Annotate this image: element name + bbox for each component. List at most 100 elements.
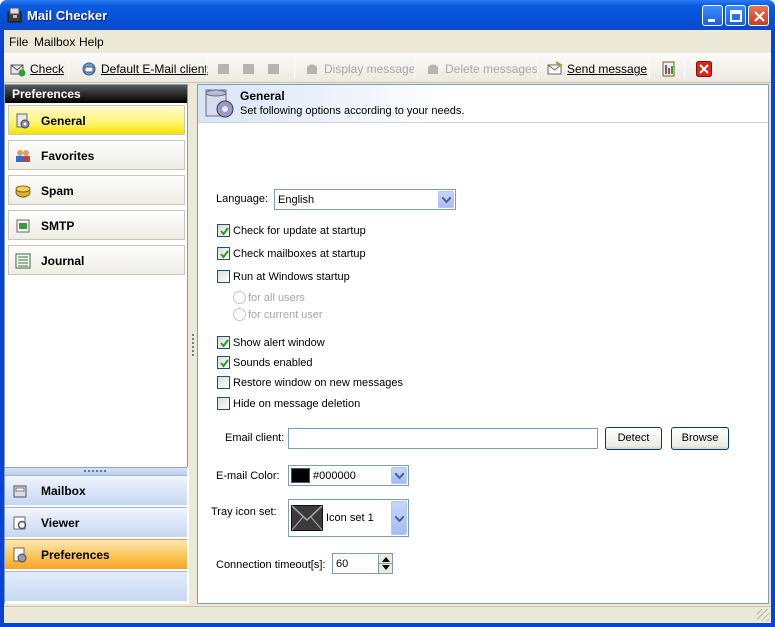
mailbox-icon — [13, 485, 27, 498]
maximize-button[interactable] — [725, 5, 746, 26]
sounds-enabled-checkbox[interactable] — [217, 356, 230, 369]
panel-splitter[interactable] — [190, 84, 196, 604]
timeout-spin-buttons[interactable] — [378, 554, 393, 573]
tray-icon-select[interactable]: Icon set 1 — [288, 499, 409, 537]
menu-file[interactable]: File — [9, 35, 28, 49]
exit-button[interactable] — [696, 60, 716, 78]
email-color-value: #000000 — [313, 470, 356, 482]
language-label: Language: — [216, 193, 268, 205]
people-icon — [16, 150, 30, 162]
send-message-button[interactable]: Send message — [547, 60, 647, 78]
email-client-icon — [82, 62, 96, 76]
status-bar — [4, 606, 771, 623]
navigation-pane: Mailbox Viewer Preferences — [5, 467, 189, 604]
all-users-radio[interactable] — [233, 291, 246, 304]
restore-window-checkbox[interactable] — [217, 376, 230, 389]
tray-icon-value: Icon set 1 — [326, 512, 374, 524]
browse-button[interactable]: Browse — [671, 427, 729, 450]
tray-icon-dropdown-button[interactable] — [391, 501, 407, 535]
client-area: File Mailbox Help Check Default E-Mail c… — [4, 30, 771, 623]
envelope-icon — [291, 505, 323, 531]
display-message-button[interactable]: Display message — [304, 60, 415, 78]
gear-icon — [16, 113, 30, 129]
language-dropdown-button[interactable] — [438, 191, 454, 208]
check-mail-icon — [10, 64, 26, 77]
bottom-nav-mailbox[interactable]: Mailbox — [5, 475, 187, 505]
checkmark-icon — [220, 339, 229, 348]
current-user-radio[interactable] — [233, 308, 246, 321]
nav-spam[interactable]: Spam — [8, 175, 185, 205]
checkmark-icon — [220, 359, 229, 368]
check-mailboxes-label: Check mailboxes at startup — [233, 248, 366, 260]
run-at-startup-checkbox[interactable] — [217, 270, 230, 283]
timeout-value: 60 — [336, 558, 349, 570]
smtp-icon — [16, 219, 30, 233]
settings-title: General — [240, 89, 285, 103]
hide-on-deletion-checkbox[interactable] — [217, 397, 230, 410]
mail-checker-app-icon — [7, 7, 22, 23]
previous-message-button[interactable] — [241, 60, 261, 78]
close-button[interactable] — [748, 5, 769, 26]
settings-panel: General Set following options according … — [197, 84, 769, 604]
show-alert-label: Show alert window — [233, 337, 325, 349]
next-icon — [268, 64, 279, 74]
spin-arrows-icon — [379, 557, 393, 570]
settings-header: General Set following options according … — [198, 85, 768, 123]
email-color-select[interactable]: #000000 — [288, 465, 409, 486]
current-user-label: for current user — [248, 309, 323, 321]
journal-icon — [15, 253, 31, 269]
left-panel: Preferences General Favorites Spam SMTP … — [4, 84, 189, 604]
first-icon — [218, 64, 229, 74]
show-alert-checkbox[interactable] — [217, 336, 230, 349]
email-color-label: E-mail Color: — [216, 470, 280, 482]
exit-icon — [696, 61, 712, 77]
all-users-label: for all users — [248, 292, 305, 304]
email-color-dropdown-button[interactable] — [391, 467, 407, 484]
bottom-nav-preferences[interactable]: Preferences — [5, 539, 187, 569]
detect-button[interactable]: Detect — [605, 427, 662, 450]
properties-icon — [662, 61, 675, 77]
bottom-nav-viewer[interactable]: Viewer — [5, 507, 187, 537]
pane-resize-grip[interactable] — [5, 467, 187, 475]
chevron-down-icon — [395, 473, 404, 479]
default-email-client-button[interactable]: Default E-Mail client — [81, 60, 208, 78]
email-client-input[interactable] — [288, 428, 598, 449]
settings-subtitle: Set following options according to your … — [240, 105, 465, 117]
maximize-icon — [730, 10, 742, 22]
check-updates-label: Check for update at startup — [233, 225, 366, 237]
check-button[interactable]: Check — [10, 60, 64, 78]
preferences-icon — [13, 547, 27, 563]
properties-button[interactable] — [660, 60, 680, 78]
sounds-enabled-label: Sounds enabled — [233, 357, 313, 369]
previous-icon — [243, 64, 254, 74]
check-mailboxes-checkbox[interactable] — [217, 247, 230, 260]
nav-journal[interactable]: Journal — [8, 245, 185, 275]
first-message-button[interactable] — [216, 60, 236, 78]
left-panel-header: Preferences — [5, 85, 187, 103]
title-bar[interactable]: Mail Checker — [0, 0, 775, 30]
viewer-icon — [13, 516, 27, 530]
app-window: Mail Checker File Mailbox Help Check Def… — [0, 0, 775, 627]
language-select[interactable]: English — [274, 189, 456, 210]
settings-gear-icon — [205, 89, 234, 118]
delete-messages-icon — [428, 64, 438, 74]
tray-icon-label: Tray icon set: — [211, 506, 277, 518]
nav-pane-footer — [5, 571, 187, 601]
timeout-spinner[interactable]: 60 — [332, 553, 393, 574]
resize-grip[interactable] — [757, 609, 769, 621]
window-title: Mail Checker — [27, 8, 108, 23]
email-client-label: Email client: — [225, 432, 285, 444]
check-updates-checkbox[interactable] — [217, 224, 230, 237]
nav-smtp[interactable]: SMTP — [8, 210, 185, 240]
delete-messages-button[interactable]: Delete messages — [425, 60, 538, 78]
menu-help[interactable]: Help — [79, 35, 104, 49]
minimize-button[interactable] — [702, 5, 723, 26]
menu-mailbox[interactable]: Mailbox — [34, 35, 75, 49]
minimize-icon — [708, 19, 715, 22]
nav-general[interactable]: General — [8, 105, 185, 135]
send-message-icon — [547, 61, 563, 75]
nav-favorites[interactable]: Favorites — [8, 140, 185, 170]
close-icon — [754, 11, 765, 22]
timeout-label: Connection timeout[s]: — [216, 559, 326, 571]
next-message-button[interactable] — [266, 60, 286, 78]
